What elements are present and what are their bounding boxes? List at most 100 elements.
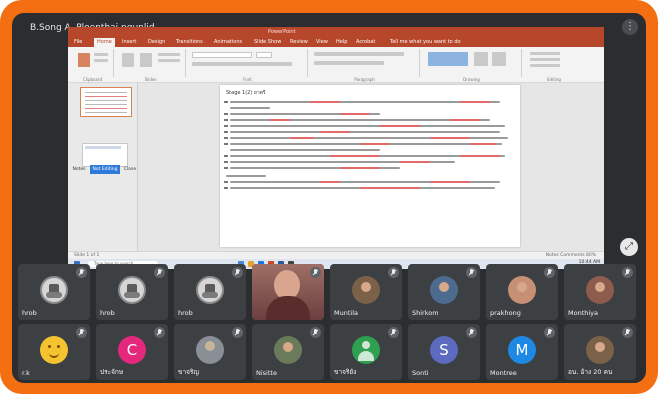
reuse-slides-icon[interactable] <box>140 53 152 67</box>
editing-label: Editing <box>547 77 561 82</box>
avatar <box>508 276 536 304</box>
participant-tile[interactable]: Muntila <box>330 264 402 320</box>
not-editing-button[interactable]: Not Editing <box>90 165 120 174</box>
tab-animations[interactable]: Animations <box>214 39 242 45</box>
slide-subheading <box>226 175 266 177</box>
participant-tile[interactable]: Nisitte <box>252 324 324 380</box>
participant-name: อน. อ้าง 20 คน <box>568 368 613 376</box>
bullets-icons[interactable] <box>314 52 404 56</box>
tab-slideshow[interactable]: Slide Show <box>254 39 281 45</box>
mic-muted-icon <box>232 327 243 338</box>
tab-review[interactable]: Review <box>290 39 308 45</box>
participant-tile[interactable]: M Montree <box>486 324 558 380</box>
drawing-label: Drawing <box>463 77 480 82</box>
slide-heading: Stage 1(2) ยาตรี <box>226 90 266 96</box>
participant-name: hrob <box>22 309 37 317</box>
replace-icon[interactable] <box>530 58 560 61</box>
font-group: Font <box>188 49 308 82</box>
clipboard-label: Clipboard <box>82 77 103 82</box>
tab-view[interactable]: View <box>316 39 328 45</box>
slide-thumbnail[interactable] <box>80 87 132 117</box>
mic-muted-icon <box>622 267 633 278</box>
participant-tile[interactable]: hrob <box>18 264 90 320</box>
orange-frame: B.Song A. Ploenthai.ngunlid ⋮ PowerPoint… <box>0 0 658 394</box>
layout-icon[interactable] <box>158 53 180 56</box>
fullscreen-icon[interactable]: ⤢ <box>620 238 638 256</box>
participant-name: hrob <box>178 309 193 317</box>
paragraph-label: Paragraph <box>354 77 375 82</box>
cut-icon[interactable] <box>94 53 108 56</box>
arrange-icon[interactable] <box>474 52 488 66</box>
notes-button[interactable]: Notes <box>70 165 88 174</box>
tell-me-search[interactable]: Tell me what you want to do <box>390 39 461 45</box>
mic-muted-icon <box>466 267 477 278</box>
participant-tile[interactable]: hrob <box>174 264 246 320</box>
participant-tile[interactable]: hrob <box>96 264 168 320</box>
participant-tile[interactable]: ขาจริญ <box>174 324 246 380</box>
font-family-select[interactable] <box>192 52 252 58</box>
participant-name: Shirkom <box>412 309 439 317</box>
slide-text-line <box>230 119 490 121</box>
new-slide-icon[interactable] <box>122 53 134 67</box>
more-options-icon[interactable]: ⋮ <box>622 19 638 35</box>
slide-text-line <box>230 101 500 103</box>
font-size-select[interactable] <box>256 52 272 58</box>
align-icons[interactable] <box>314 61 384 65</box>
slide-count: Slide 1 of 1 <box>74 253 100 258</box>
shared-screen: PowerPoint File Home Insert Design Trans… <box>68 27 604 269</box>
quick-styles-icon[interactable] <box>492 52 506 66</box>
slide-text-line <box>230 167 400 169</box>
paste-icon[interactable] <box>78 53 90 67</box>
mic-muted-icon <box>232 267 243 278</box>
participant-name: prakhong <box>490 309 521 317</box>
slide-text-line <box>230 113 380 115</box>
status-controls[interactable]: Notes Comments 80% <box>546 253 596 258</box>
tab-acrobat[interactable]: Acrobat <box>356 39 375 45</box>
participant-tile[interactable] <box>252 264 324 320</box>
participant-tile[interactable]: C ประจักษ <box>96 324 168 380</box>
participant-tile[interactable]: Monthiya <box>564 264 636 320</box>
participant-tile[interactable]: prakhong <box>486 264 558 320</box>
font-format-icons[interactable] <box>192 62 292 66</box>
avatar <box>430 276 458 304</box>
participant-tile[interactable]: S Sonti <box>408 324 480 380</box>
avatar <box>352 276 380 304</box>
tab-design[interactable]: Design <box>148 39 165 45</box>
mic-muted-icon <box>154 327 165 338</box>
notification-buttons: Notes Not Editing Close <box>68 165 138 175</box>
tab-home[interactable]: Home <box>94 38 115 47</box>
select-icon[interactable] <box>530 64 560 67</box>
participant-name: Muntila <box>334 309 358 317</box>
tab-transitions[interactable]: Transitions <box>176 39 203 45</box>
slide-text-line <box>230 131 500 133</box>
participant-tile[interactable]: r.k <box>18 324 90 380</box>
participant-tile[interactable]: ขาจริยัง <box>330 324 402 380</box>
participant-tile[interactable]: อน. อ้าง 20 คน <box>564 324 636 380</box>
avatar <box>586 276 614 304</box>
meeting-window: B.Song A. Ploenthai.ngunlid ⋮ PowerPoint… <box>12 13 646 383</box>
participant-name: Monthiya <box>568 309 599 317</box>
slide-text-line <box>230 107 270 109</box>
notification-progress <box>85 146 121 149</box>
notification-popup <box>82 143 128 167</box>
slide-text-line <box>230 137 508 139</box>
slide-text-line <box>230 143 502 145</box>
participant-name: r.k <box>22 369 30 377</box>
copy-icon[interactable] <box>94 59 108 62</box>
tab-file[interactable]: File <box>74 39 82 45</box>
find-icon[interactable] <box>530 52 560 55</box>
participant-tile[interactable]: Shirkom <box>408 264 480 320</box>
tab-insert[interactable]: Insert <box>122 39 136 45</box>
paragraph-group: Paragraph <box>310 49 420 82</box>
slide[interactable]: Stage 1(2) ยาตรี <box>220 85 520 247</box>
participant-name: ขาจริญ <box>178 368 199 376</box>
powerpoint-statusbar: Slide 1 of 1 Notes Comments 80% <box>68 251 604 259</box>
powerpoint-title: PowerPoint <box>268 29 296 35</box>
slide-text-line <box>230 187 495 189</box>
tab-help[interactable]: Help <box>336 39 347 45</box>
slide-text-line <box>230 181 500 183</box>
reset-icon[interactable] <box>158 59 180 62</box>
powerpoint-titlebar: PowerPoint <box>68 27 604 37</box>
close-button[interactable]: Close <box>122 165 138 174</box>
shapes-gallery[interactable] <box>428 52 468 66</box>
